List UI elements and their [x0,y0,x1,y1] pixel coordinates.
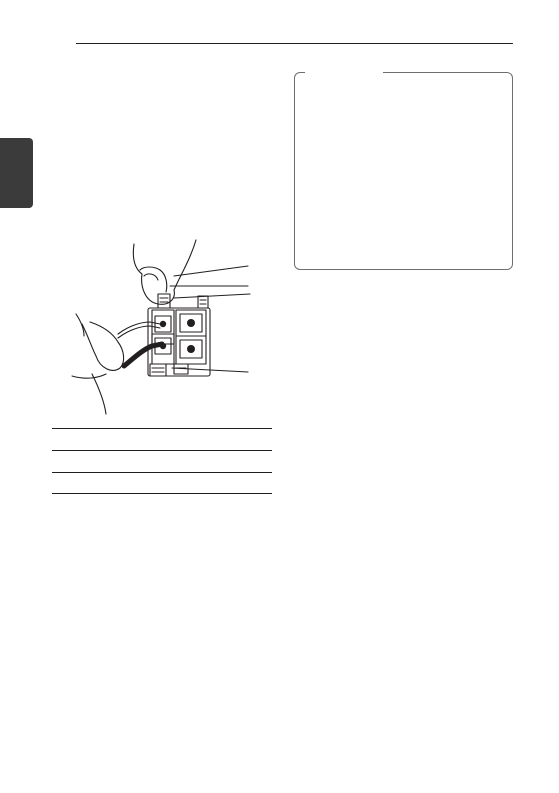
note-box-title [305,71,383,75]
speaker-terminal-illustration [62,236,258,418]
table-row [52,472,272,494]
table-row [52,450,272,472]
note-box [294,71,513,270]
speaker-terminal-connection-illustration-icon [71,239,251,415]
table-row [52,428,272,450]
header-rule [76,43,513,44]
chapter-side-tab [0,138,33,208]
speaker-color-table [52,428,272,494]
